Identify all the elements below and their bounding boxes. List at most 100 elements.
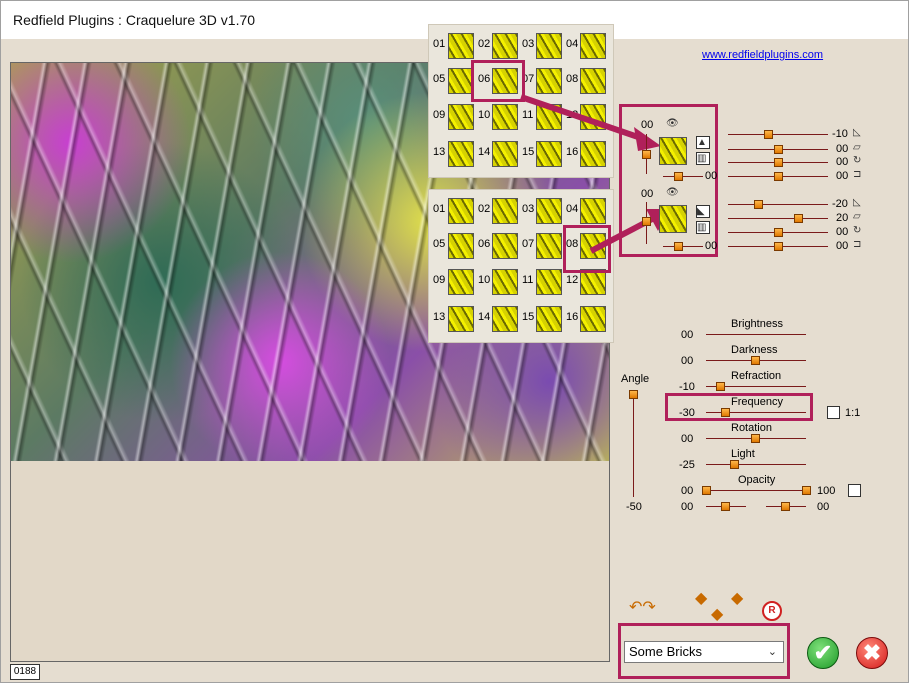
opacity-knob-min[interactable] — [702, 486, 711, 495]
rotate-icon[interactable]: ↻ — [853, 225, 865, 236]
bottom-slider-1-knob[interactable] — [754, 200, 763, 209]
opacity-checkbox[interactable] — [848, 484, 861, 497]
top-slider-5-knob[interactable] — [774, 172, 783, 181]
extra-right-knob[interactable] — [781, 502, 790, 511]
bottom-slider-1[interactable] — [728, 204, 828, 205]
eye-icon[interactable]: 👁 — [666, 118, 679, 129]
pattern-number: 03 — [522, 203, 535, 215]
layer-bottom-knob[interactable] — [642, 217, 651, 226]
grid-icon[interactable]: ▥ — [696, 221, 710, 234]
top-slider-3-knob[interactable] — [774, 158, 783, 167]
pattern-cell[interactable] — [536, 233, 562, 259]
brightness-value: 00 — [681, 329, 694, 341]
page-icon[interactable]: ▱ — [853, 142, 865, 153]
top-slider-1-value: -10 — [832, 128, 848, 140]
ratio-checkbox[interactable] — [827, 406, 840, 419]
page-icon[interactable]: ▱ — [853, 211, 865, 222]
refraction-knob[interactable] — [716, 382, 725, 391]
layer-bottom-pattern[interactable] — [659, 205, 687, 233]
pattern-cell[interactable] — [492, 306, 518, 332]
light-knob[interactable] — [730, 460, 739, 469]
cancel-button[interactable]: ✖ — [856, 637, 888, 669]
pattern-number: 08 — [566, 73, 579, 85]
pattern-cell[interactable] — [448, 33, 474, 59]
layer-top-knob[interactable] — [642, 150, 651, 159]
bevel-icon[interactable]: ▲ — [696, 136, 710, 149]
opacity-value: 00 — [681, 485, 694, 497]
pattern-cell[interactable] — [580, 306, 606, 332]
pattern-cell[interactable] — [536, 269, 562, 295]
undo-arrows-icon[interactable]: ↶↷ — [629, 597, 656, 617]
chevron-down-icon: ⌄ — [767, 646, 777, 658]
pattern-cell[interactable] — [448, 233, 474, 259]
pattern-number: 02 — [478, 38, 491, 50]
top-slider-1[interactable] — [728, 134, 828, 135]
pattern-cell[interactable] — [492, 269, 518, 295]
pattern-number: 12 — [566, 274, 579, 286]
refraction-value: -10 — [679, 381, 695, 393]
opacity-slider[interactable] — [706, 490, 806, 491]
pattern-cell[interactable] — [448, 269, 474, 295]
dice-icon[interactable]: ◆ — [695, 588, 707, 608]
top-slider-4-knob[interactable] — [674, 172, 683, 181]
layer-top-value: 00 — [641, 119, 654, 131]
opacity-knob-max[interactable] — [802, 486, 811, 495]
angle-slider[interactable] — [633, 393, 634, 497]
grid-icon[interactable]: ▥ — [696, 152, 710, 165]
bottom-slider-4-knob[interactable] — [674, 242, 683, 251]
pattern-number: 09 — [433, 109, 446, 121]
preset-select[interactable]: Some Bricks ⌄ — [624, 641, 784, 663]
refraction-label: Refraction — [731, 370, 782, 382]
redfield-link[interactable]: www.redfieldplugins.com — [702, 49, 823, 61]
bottom-slider-3-knob[interactable] — [774, 228, 783, 237]
pattern-cell[interactable] — [536, 198, 562, 224]
rotation-value: 00 — [681, 433, 694, 445]
flip-icon[interactable]: ⊐ — [853, 169, 865, 180]
pattern-number: 06 — [478, 238, 491, 250]
pattern-cell[interactable] — [448, 104, 474, 130]
bottom-slider-5-knob[interactable] — [774, 242, 783, 251]
pattern-cell[interactable] — [448, 306, 474, 332]
darkness-value: 00 — [681, 355, 694, 367]
rotation-knob[interactable] — [751, 434, 760, 443]
pattern-number: 04 — [566, 203, 579, 215]
pattern-cell[interactable] — [492, 104, 518, 130]
eye-icon[interactable]: 👁 — [666, 187, 679, 198]
pattern-cell[interactable] — [492, 198, 518, 224]
top-slider-4[interactable] — [663, 176, 703, 177]
flip-icon[interactable]: ⊐ — [853, 239, 865, 250]
triangle-icon[interactable]: ◺ — [853, 197, 865, 208]
bottom-slider-2-knob[interactable] — [794, 214, 803, 223]
darkness-knob[interactable] — [751, 356, 760, 365]
bottom-slider-4[interactable] — [663, 246, 703, 247]
reset-badge[interactable]: R — [762, 601, 782, 621]
extra-left-value: 00 — [681, 501, 694, 513]
pattern-cell[interactable] — [492, 33, 518, 59]
light-label: Light — [731, 448, 755, 460]
emboss-icon[interactable]: ◣ — [696, 205, 710, 218]
pattern-cell[interactable] — [492, 141, 518, 167]
triangle-icon[interactable]: ◺ — [853, 127, 865, 138]
ok-button[interactable]: ✔ — [807, 637, 839, 669]
darkness-label: Darkness — [731, 344, 778, 356]
dice-icon[interactable]: ◆ — [711, 604, 723, 624]
pattern-cell[interactable] — [536, 306, 562, 332]
bottom-slider-2[interactable] — [728, 218, 828, 219]
top-slider-2-knob[interactable] — [774, 145, 783, 154]
layer-top-pattern[interactable] — [659, 137, 687, 165]
bottom-slider-2-value: 20 — [836, 212, 849, 224]
pattern-cell[interactable] — [492, 233, 518, 259]
top-slider-1-knob[interactable] — [764, 130, 773, 139]
frequency-knob[interactable] — [721, 408, 730, 417]
brightness-slider[interactable] — [706, 334, 806, 335]
pattern-cell[interactable] — [448, 198, 474, 224]
pattern-cell[interactable] — [536, 33, 562, 59]
dice-icon[interactable]: ◆ — [731, 588, 743, 608]
bottom-slider-3-value: 00 — [836, 226, 849, 238]
angle-knob[interactable] — [629, 390, 638, 399]
extra-left-knob[interactable] — [721, 502, 730, 511]
rotate-icon[interactable]: ↻ — [853, 155, 865, 166]
pattern-cell[interactable] — [580, 33, 606, 59]
light-slider[interactable] — [706, 464, 806, 465]
pattern-cell[interactable] — [448, 141, 474, 167]
